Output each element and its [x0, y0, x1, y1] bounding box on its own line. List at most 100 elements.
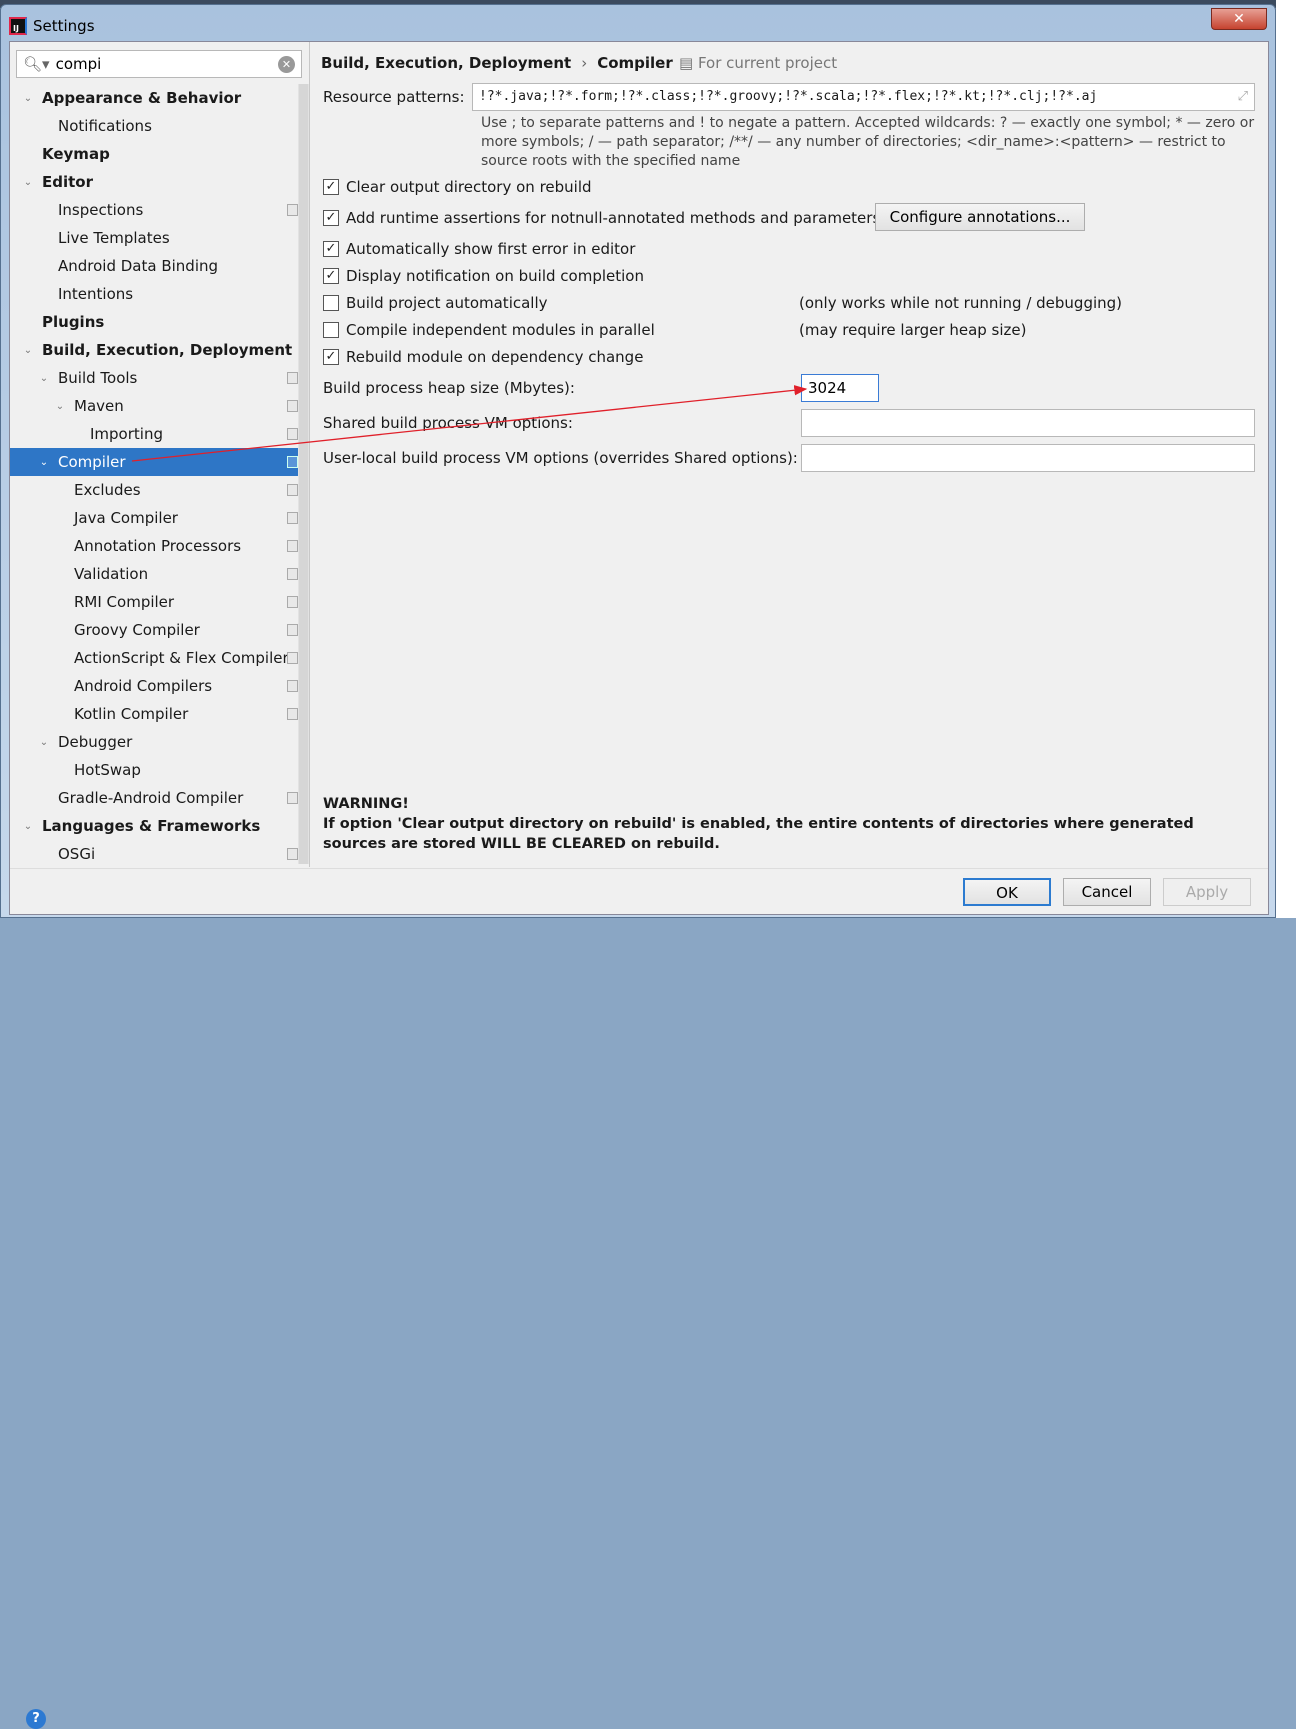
project-scope-icon [287, 372, 298, 384]
chevron-down-icon[interactable]: ⌄ [20, 93, 36, 104]
tree-item[interactable]: Annotation Processors [10, 532, 298, 560]
project-scope-icon [287, 568, 298, 580]
tree-item-label: RMI Compiler [74, 593, 175, 611]
tree-item[interactable]: RMI Compiler [10, 588, 298, 616]
tree-item[interactable]: Keymap [10, 140, 298, 168]
tree-item-label: Groovy Compiler [74, 621, 200, 639]
chevron-down-icon[interactable]: ⌄ [20, 177, 36, 188]
tree-item[interactable]: ⌄ Editor [10, 168, 298, 196]
tree-item[interactable]: Kotlin Compiler [10, 700, 298, 728]
checkbox-option[interactable]: Build project automatically [323, 294, 548, 312]
cancel-button[interactable]: Cancel [1063, 878, 1151, 906]
tree-item-label: Android Data Binding [58, 257, 219, 275]
checkbox-label: Display notification on build completion [346, 267, 644, 285]
checkbox[interactable]: ✓ [323, 179, 339, 195]
settings-dialog: IJ Settings ✕ 🔍︎▾ ✕ ⌄ Appearance & Behavi… [0, 4, 1276, 1729]
tree-item-label: Keymap [42, 145, 110, 163]
tree-item-label: OSGi [58, 845, 96, 863]
tree-item[interactable]: ActionScript & Flex Compiler [10, 644, 298, 672]
search-input[interactable] [55, 55, 276, 73]
tree-item[interactable]: Intentions [10, 280, 298, 308]
checkbox-label: Automatically show first error in editor [346, 240, 636, 258]
tree-item[interactable]: Notifications [10, 112, 298, 140]
window-title: Settings [33, 17, 95, 35]
project-scope-icon [287, 428, 298, 440]
dialog-footer: ? OK Cancel Apply [10, 868, 1268, 1729]
expand-icon[interactable]: ⤢ [1238, 84, 1248, 110]
tree-item[interactable]: Java Compiler [10, 504, 298, 532]
intellij-app-icon: IJ [9, 17, 27, 35]
tree-item-label: Build Tools [58, 369, 138, 387]
checkbox-option[interactable]: ✓ Automatically show first error in edito… [323, 240, 635, 258]
chevron-down-icon[interactable]: ⌄ [36, 457, 52, 468]
compiler-settings-panel: Build, Execution, Deployment › Compiler … [311, 42, 1268, 867]
user-vm-options-input[interactable] [801, 444, 1255, 472]
checkbox[interactable]: ✓ [323, 349, 339, 365]
tree-item[interactable]: Live Templates [10, 224, 298, 252]
tree-item[interactable]: OSGi [10, 840, 298, 868]
search-icon: 🔍︎▾ [23, 55, 50, 73]
checkbox-option[interactable]: ✓ Add runtime assertions for notnull-anno… [323, 209, 880, 227]
tree-item-label: Java Compiler [74, 509, 178, 527]
checkbox[interactable]: ✓ [323, 210, 339, 226]
checkbox-option[interactable]: ✓ Rebuild module on dependency change [323, 348, 643, 366]
tree-item[interactable]: ⌄ Build Tools [10, 364, 298, 392]
tree-item[interactable]: Excludes [10, 476, 298, 504]
project-scope-icon [287, 624, 298, 636]
tree-item[interactable]: Android Compilers [10, 672, 298, 700]
shared-vm-options-input[interactable] [801, 409, 1255, 437]
checkbox-option[interactable]: ✓ Display notification on build completio… [323, 267, 644, 285]
checkbox-option[interactable]: ✓ Clear output directory on rebuild [323, 178, 592, 196]
chevron-down-icon[interactable]: ⌄ [52, 401, 68, 412]
tree-item[interactable]: Android Data Binding [10, 252, 298, 280]
project-scope-icon [287, 540, 298, 552]
close-window-button[interactable]: ✕ [1211, 8, 1267, 30]
ok-button[interactable]: OK [963, 878, 1051, 906]
tree-item[interactable]: Gradle-Android Compiler [10, 784, 298, 812]
settings-search[interactable]: 🔍︎▾ ✕ [16, 50, 302, 78]
apply-button[interactable]: Apply [1163, 878, 1251, 906]
breadcrumb: Build, Execution, Deployment › Compiler [321, 54, 673, 72]
tree-item[interactable]: Plugins [10, 308, 298, 336]
clear-search-icon[interactable]: ✕ [278, 56, 295, 73]
tree-item-label: Build, Execution, Deployment [42, 341, 293, 359]
settings-tree: ⌄ Appearance & Behavior Notifications Keyma… [10, 84, 298, 868]
resource-patterns-input[interactable]: !?*.java;!?*.form;!?*.class;!?*.groovy;!… [472, 83, 1255, 111]
chevron-down-icon[interactable]: ⌄ [20, 345, 36, 356]
for-project-text: For current project [697, 54, 838, 72]
tree-item-label: ActionScript & Flex Compiler [74, 649, 289, 667]
checkbox[interactable]: ✓ [323, 268, 339, 284]
tree-item[interactable]: HotSwap [10, 756, 298, 784]
chevron-down-icon[interactable]: ⌄ [20, 821, 36, 832]
tree-item-label: Android Compilers [74, 677, 213, 695]
tree-item-label: Live Templates [58, 229, 170, 247]
resource-patterns-label: Resource patterns: [323, 88, 465, 106]
tree-item[interactable]: Groovy Compiler [10, 616, 298, 644]
checkbox-note: (may require larger heap size) [799, 321, 1027, 339]
tree-item-label: Gradle-Android Compiler [58, 789, 244, 807]
project-scope-icon [287, 848, 298, 860]
tree-item-label: Languages & Frameworks [42, 817, 261, 835]
tree-item-label: Importing [90, 425, 163, 443]
tree-item[interactable]: ⌄ Appearance & Behavior [10, 84, 298, 112]
chevron-down-icon[interactable]: ⌄ [36, 737, 52, 748]
tree-item[interactable]: ⌄ Build, Execution, Deployment [10, 336, 298, 364]
tree-scrollbar-thumb[interactable] [299, 84, 308, 864]
checkbox[interactable] [323, 295, 339, 311]
tree-item[interactable]: ⌄ Languages & Frameworks [10, 812, 298, 840]
configure-annotations-button[interactable]: Configure annotations... [875, 203, 1085, 231]
tree-item[interactable]: Inspections [10, 196, 298, 224]
tree-item[interactable]: Validation [10, 560, 298, 588]
heap-size-input[interactable] [801, 374, 879, 402]
tree-item-label: Compiler [58, 453, 126, 471]
checkbox[interactable]: ✓ [323, 241, 339, 257]
tree-item[interactable]: ⌄ Maven [10, 392, 298, 420]
help-button[interactable]: ? [26, 1709, 46, 1729]
tree-item[interactable]: ⌄ Debugger [10, 728, 298, 756]
tree-item[interactable]: Importing [10, 420, 298, 448]
checkbox-option[interactable]: Compile independent modules in parallel [323, 321, 655, 339]
warning-title: WARNING! [323, 796, 409, 812]
chevron-down-icon[interactable]: ⌄ [36, 373, 52, 384]
tree-item[interactable]: ⌄ Compiler [10, 448, 298, 476]
checkbox[interactable] [323, 322, 339, 338]
